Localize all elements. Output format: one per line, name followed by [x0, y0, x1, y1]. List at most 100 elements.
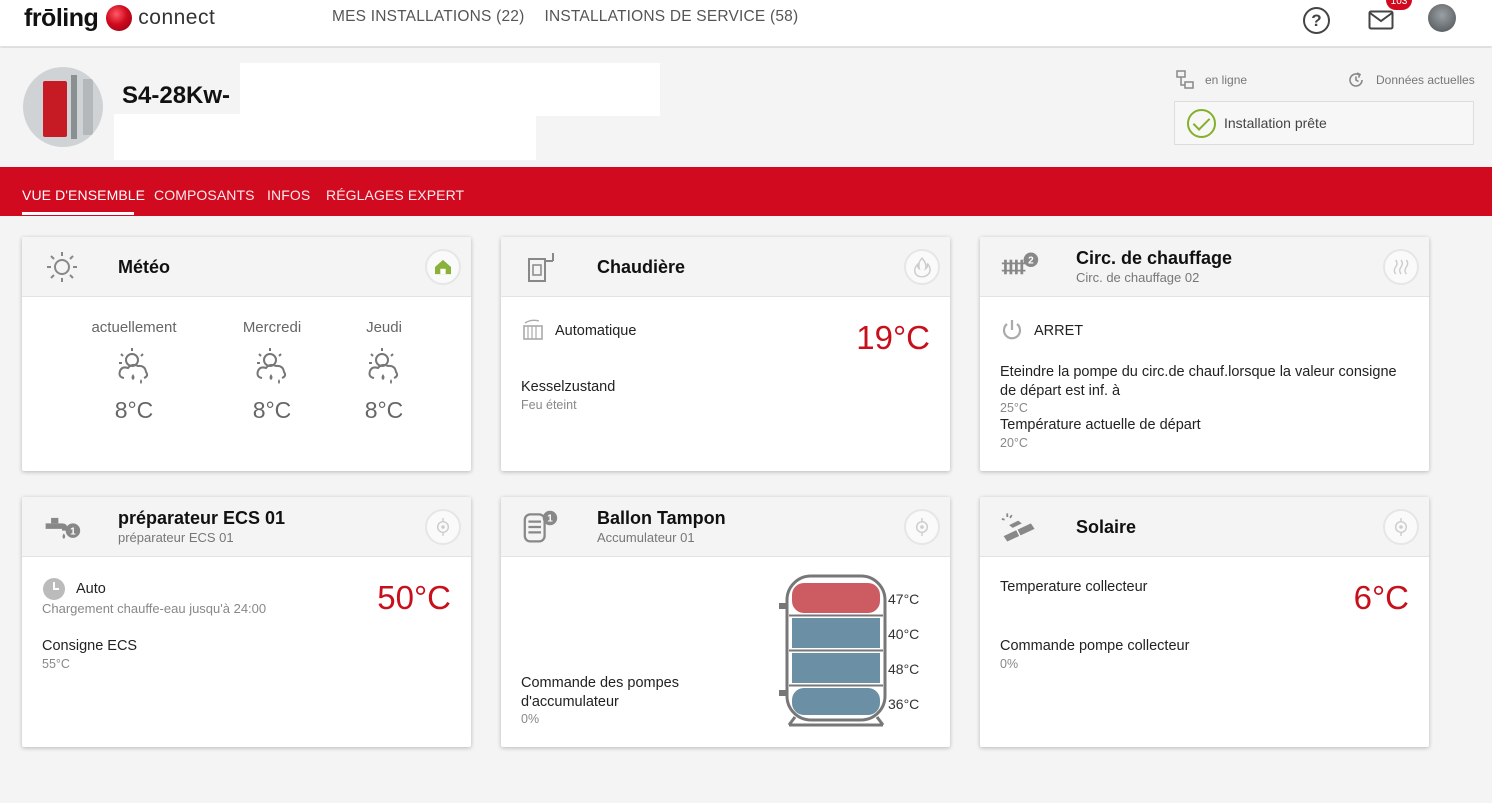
boiler-mode: Automatique — [555, 323, 637, 339]
ecs-mode-info: Chargement chauffe-eau jusqu'à 24:00 — [42, 601, 267, 616]
tab-overview[interactable]: VUE D'ENSEMBLE — [22, 187, 145, 203]
collector-pump-value: 0% — [1000, 657, 1019, 671]
ready-label: Installation prête — [1224, 115, 1327, 131]
logo-text-froling: frōling — [24, 3, 99, 32]
tab-infos[interactable]: INFOS — [267, 187, 310, 203]
ecs-temp: 50°C — [377, 579, 451, 616]
weather-temp: 8°C — [364, 397, 404, 423]
accumulator-pump-label: Commande des pompes d'accumulateur — [521, 675, 679, 710]
network-icon — [1176, 70, 1194, 89]
flame-icon[interactable] — [904, 249, 940, 285]
weather-day-label: Mercredi — [242, 319, 302, 336]
boiler-state-value: Feu éteint — [521, 398, 577, 412]
tank-layer-3 — [792, 653, 880, 683]
pump-off-label: Eteindre la pompe du circ.de chauf.lorsq… — [1000, 364, 1397, 399]
tank-temp-2: 40°C — [888, 626, 920, 642]
installation-header: S4-28Kw- en ligne Données actuelles Inst… — [0, 48, 1492, 167]
card-header: Météo — [22, 237, 471, 297]
svg-text:1: 1 — [547, 514, 553, 525]
pump-icon[interactable] — [1383, 509, 1419, 545]
tank-temp-3: 48°C — [888, 661, 920, 677]
data-status: Données actuelles — [1346, 70, 1475, 90]
card-subtitle: Circ. de chauffage 02 — [1076, 270, 1200, 285]
home-icon[interactable] — [425, 249, 461, 285]
collector-pump-label: Commande pompe collecteur — [1000, 638, 1190, 654]
weather-temp: 8°C — [114, 397, 154, 423]
online-label: en ligne — [1205, 73, 1248, 87]
faucet-icon: 1 — [45, 517, 81, 539]
boiler-temp: 19°C — [856, 319, 930, 356]
weather-day: Mercredi 8°C — [212, 319, 332, 424]
nav-service-installations[interactable]: INSTALLATIONS DE SERVICE (58) — [544, 8, 798, 26]
card-header: 1 préparateur ECS 01 préparateur ECS 01 — [22, 497, 471, 557]
nav-my-installations[interactable]: MES INSTALLATIONS (22) — [332, 8, 524, 26]
card-title: Circ. de chauffage — [1076, 248, 1233, 268]
buffer-tank-diagram — [779, 574, 887, 727]
buffer-tank-icon: 1 — [523, 510, 558, 543]
help-icon[interactable]: ? — [1303, 7, 1330, 34]
user-avatar[interactable] — [1428, 4, 1456, 32]
check-circle-icon — [1187, 108, 1216, 138]
redacted-area — [114, 114, 536, 160]
froling-logo[interactable]: frōling connect — [24, 2, 215, 34]
auto-mode-icon — [523, 319, 543, 340]
heating-circuit-icon: 2 — [1001, 252, 1039, 275]
flow-temp-value: 20°C — [1000, 436, 1028, 450]
card-title: Ballon Tampon — [597, 508, 726, 528]
circuit-mode: ARRET — [1034, 323, 1084, 339]
card-header: Chaudière — [501, 237, 950, 297]
card-subtitle: Accumulateur 01 — [597, 530, 695, 545]
tank-layer-2 — [792, 618, 880, 648]
ecs-mode: Auto — [76, 581, 106, 597]
ecs-setpoint-label: Consigne ECS — [42, 638, 138, 654]
buffer-tank-card[interactable]: 1 Ballon Tampon Accumulateur 01 Commande… — [501, 497, 950, 747]
power-icon — [1002, 320, 1022, 340]
weather-card[interactable]: Météo actuellement 8°C Mercredi 8°C Jeud… — [22, 237, 471, 471]
tab-expert-settings[interactable]: RÉGLAGES EXPERT — [326, 187, 464, 203]
card-header: Solaire — [980, 497, 1429, 557]
card-title: Chaudière — [597, 257, 686, 277]
weather-day: actuellement 8°C — [74, 319, 194, 424]
boiler-state-label: Kesselzustand — [521, 379, 616, 395]
card-title: préparateur ECS 01 — [118, 508, 286, 528]
tab-components[interactable]: COMPOSANTS — [154, 187, 255, 203]
hot-water-card[interactable]: 1 préparateur ECS 01 préparateur ECS 01 … — [22, 497, 471, 747]
pump-off-value: 25°C — [1000, 401, 1028, 415]
weather-day-label: Jeudi — [366, 319, 402, 336]
weather-temp: 8°C — [252, 397, 292, 423]
accumulator-pump-value: 0% — [521, 712, 540, 726]
weather-rain-sun-icon — [256, 348, 287, 384]
redacted-area — [240, 63, 660, 116]
top-nav: MES INSTALLATIONS (22) INSTALLATIONS DE … — [332, 8, 798, 26]
installation-title: S4-28Kw- — [122, 82, 231, 109]
heating-circuit-card[interactable]: 2 Circ. de chauffage Circ. de chauffage … — [980, 237, 1429, 471]
weather-rain-sun-icon — [118, 348, 149, 384]
pump-icon[interactable] — [425, 509, 461, 545]
boiler-card[interactable]: Chaudière Automatique 19°C Kesselzustand… — [501, 237, 950, 471]
svg-text:2: 2 — [1028, 255, 1034, 266]
card-header: 1 Ballon Tampon Accumulateur 01 — [501, 497, 950, 557]
card-subtitle: préparateur ECS 01 — [118, 530, 234, 545]
card-header: 2 Circ. de chauffage Circ. de chauffage … — [980, 237, 1429, 297]
online-status: en ligne — [1175, 70, 1247, 90]
logo-text-connect: connect — [138, 6, 216, 29]
active-tab-indicator — [22, 212, 134, 215]
card-title: Solaire — [1076, 517, 1137, 537]
mail-badge: 103 — [1386, 0, 1412, 10]
heat-waves-icon[interactable] — [1383, 249, 1419, 285]
installation-tabs: VUE D'ENSEMBLE COMPOSANTS INFOS RÉGLAGES… — [0, 167, 1492, 216]
top-bar: frōling connect MES INSTALLATIONS (22) I… — [0, 0, 1492, 47]
history-icon — [1349, 72, 1363, 87]
tank-layer-4 — [792, 688, 880, 715]
installation-photo — [23, 67, 103, 147]
tank-layer-1 — [792, 583, 880, 613]
weather-day: Jeudi 8°C — [324, 319, 444, 424]
pump-icon[interactable] — [904, 509, 940, 545]
solar-card[interactable]: Solaire Temperature collecteur 6°C Comma… — [980, 497, 1429, 747]
installation-ready-box: Installation prête — [1174, 101, 1474, 145]
weather-day-label: actuellement — [91, 319, 177, 336]
mail-icon[interactable] — [1368, 10, 1394, 30]
card-title: Météo — [118, 257, 171, 277]
weather-rain-sun-icon — [368, 348, 399, 384]
tank-temp-4: 36°C — [888, 696, 920, 712]
